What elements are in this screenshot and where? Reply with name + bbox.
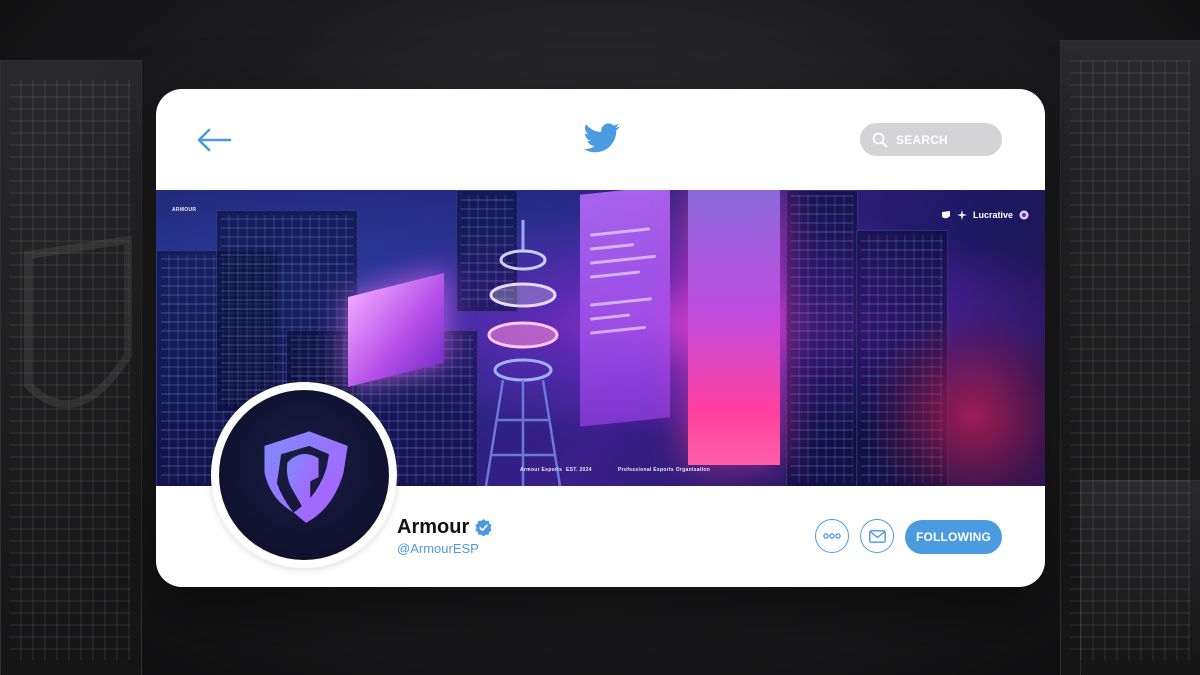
banner-caption-left: Armour Esports <box>520 467 563 473</box>
sponsor-mascot-icon <box>1019 210 1029 220</box>
profile-handle[interactable]: @ArmourESP <box>397 541 479 556</box>
back-arrow-icon[interactable] <box>196 127 232 153</box>
twitter-bird-icon <box>584 123 620 153</box>
verified-badge-icon <box>475 519 492 536</box>
armour-shield-logo <box>264 431 348 523</box>
more-options-button[interactable] <box>815 519 849 553</box>
profile-name-row: Armour <box>397 516 492 539</box>
billboard-right <box>688 190 780 465</box>
banner-watermark: ARMOUR <box>172 207 197 213</box>
avatar-image <box>219 390 389 560</box>
more-dots-icon <box>823 533 841 539</box>
twitter-profile-panel <box>580 190 670 427</box>
background-logo-icon <box>24 235 132 409</box>
sponsor-logo-icon <box>941 211 950 219</box>
display-name: Armour <box>397 516 470 538</box>
search-input[interactable] <box>896 132 996 147</box>
mail-icon <box>868 529 886 543</box>
sponsor-name: Lucrative <box>972 210 1013 220</box>
banner-caption-mid: EST. 2024 <box>566 467 592 473</box>
following-button[interactable]: FOLLOWING <box>905 520 1002 554</box>
dragon-graphic <box>865 310 1045 486</box>
sponsor-strip: Lucrative <box>941 210 1029 220</box>
search-icon <box>872 132 888 147</box>
message-button[interactable] <box>860 519 894 553</box>
banner-caption-right: Professional Esports Organisation <box>618 467 711 473</box>
top-bar <box>156 89 1045 190</box>
twitter-profile-card: ARMOUR Lucrative Armour Esports EST. 202… <box>156 89 1045 587</box>
radio-tower <box>484 220 562 486</box>
lucrative-logo-icon <box>956 210 967 220</box>
avatar[interactable] <box>211 382 397 568</box>
search-box[interactable] <box>860 123 1002 156</box>
